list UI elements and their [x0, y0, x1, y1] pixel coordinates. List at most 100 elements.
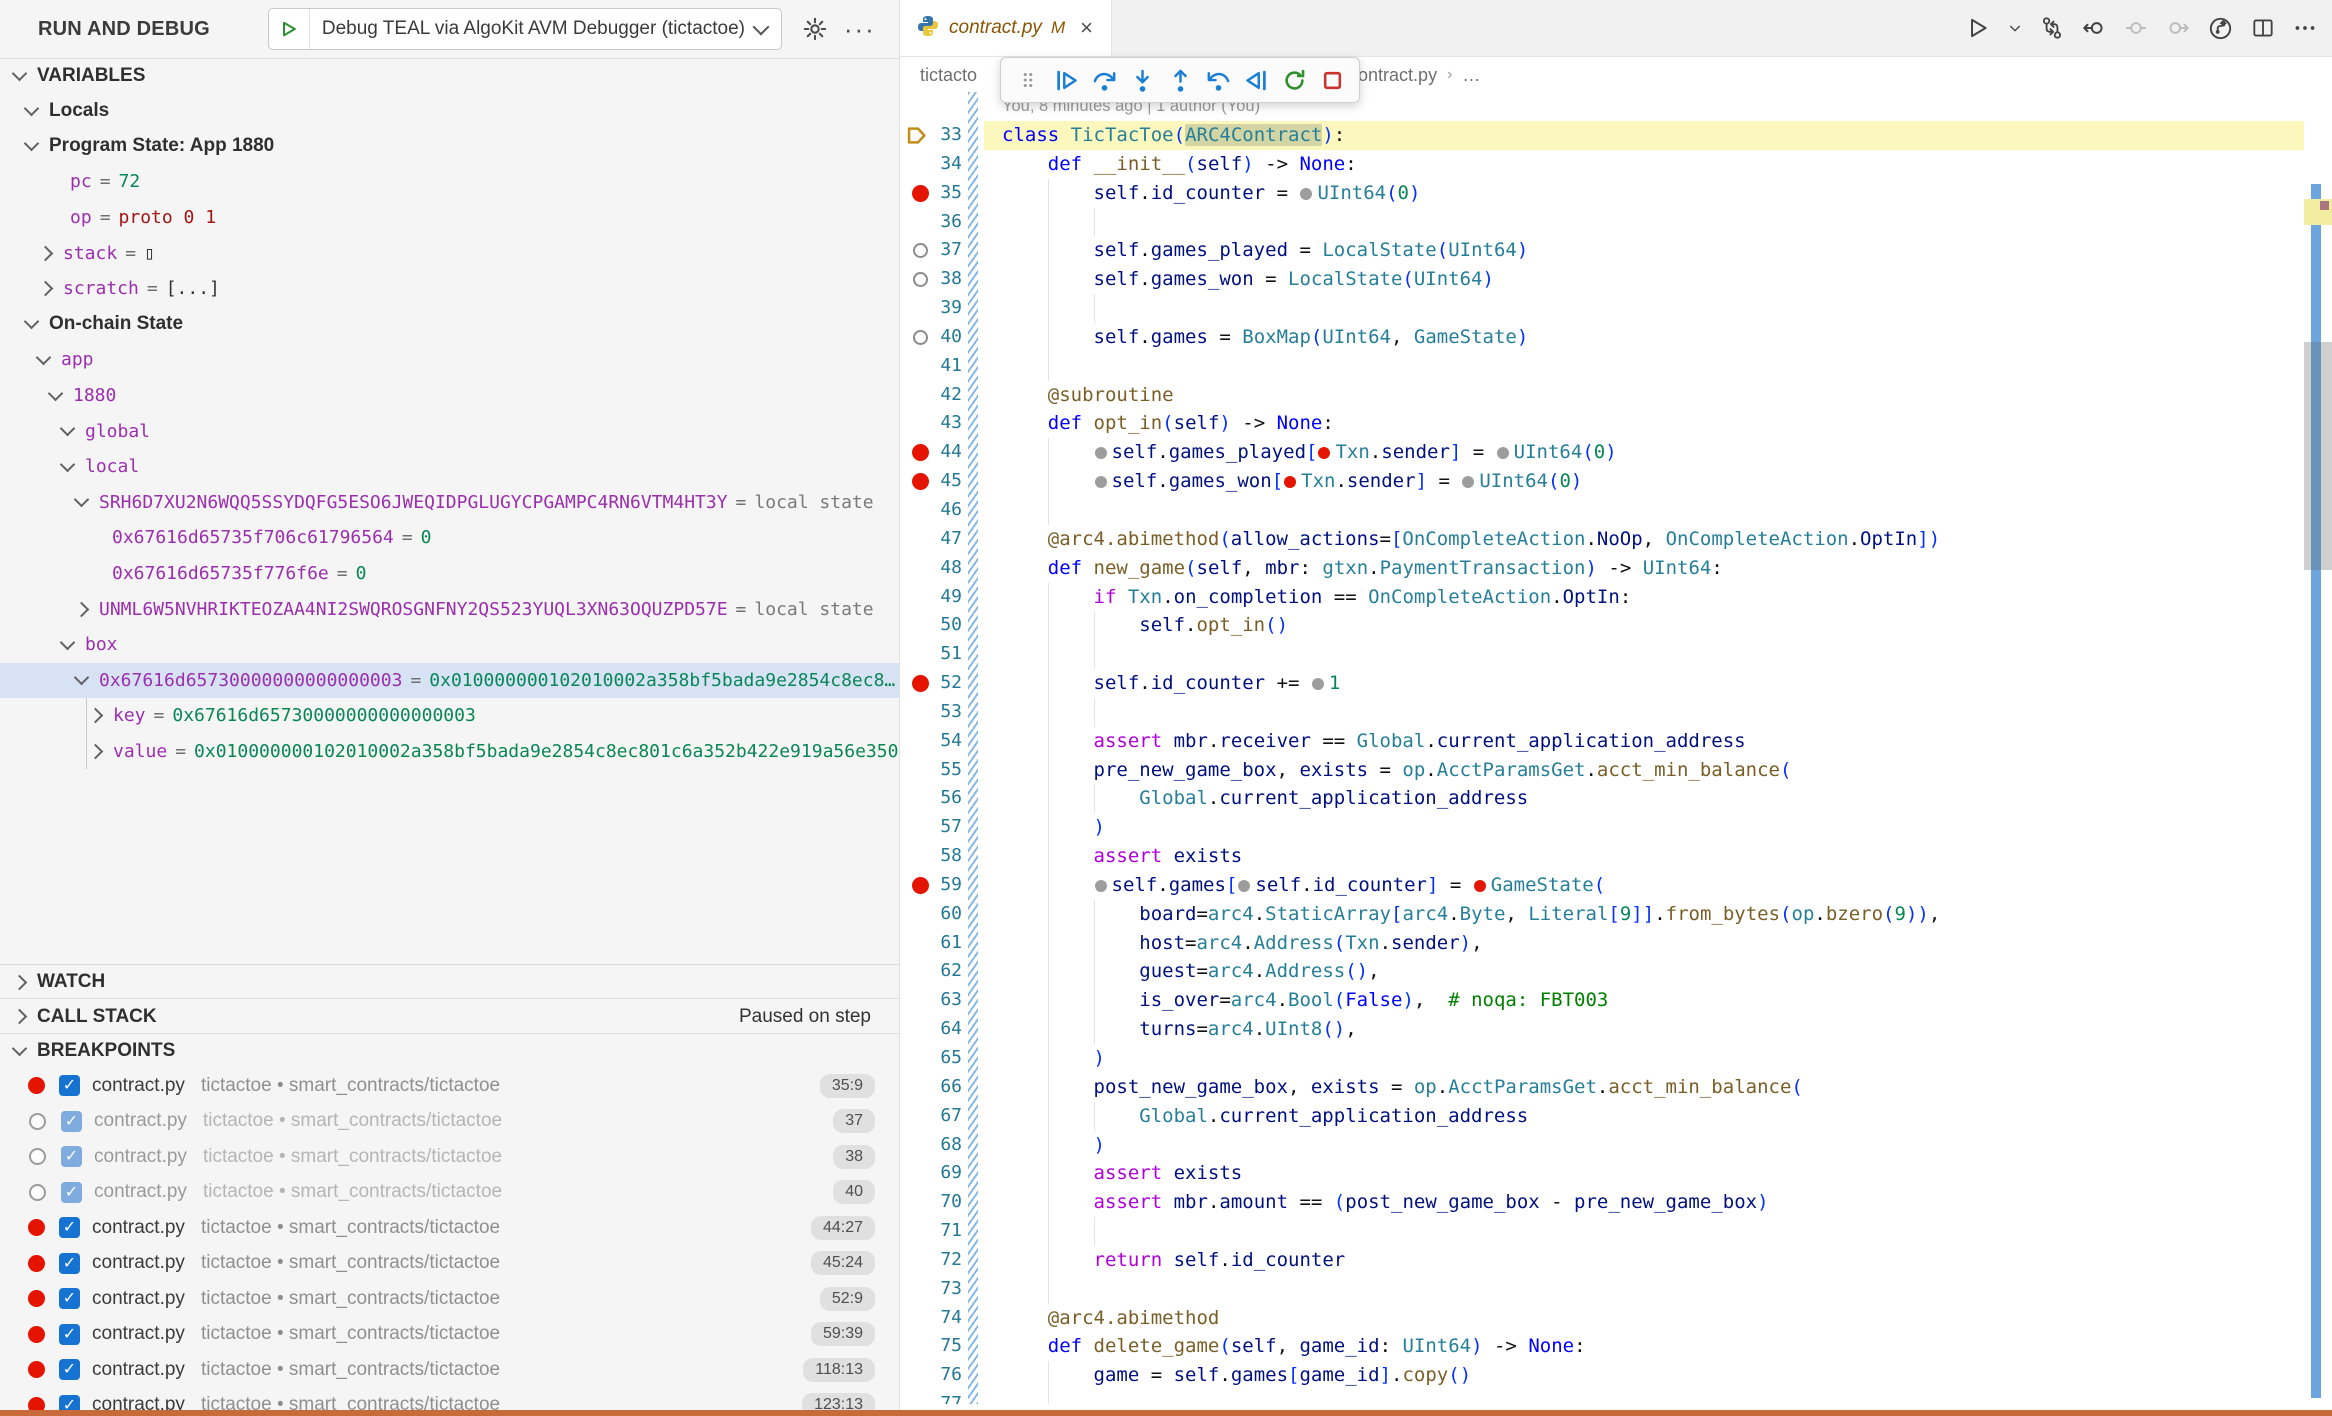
variable-row[interactable]: UNML6W5NVHRIKTEOZAA4NI2SWQROSGNFNY2QS523… — [0, 591, 899, 627]
code-text[interactable]: ) — [900, 1044, 2332, 1073]
breakpoint-checkbox[interactable]: ✓ — [59, 1359, 80, 1380]
step-out-button[interactable] — [1161, 61, 1199, 99]
code-text[interactable]: @arc4.abimethod(allow_actions=[OnComplet… — [900, 525, 2332, 554]
step-into-button[interactable] — [1123, 61, 1161, 99]
variable-row[interactable]: global — [0, 413, 899, 449]
line-number[interactable]: 52 — [900, 669, 962, 698]
variable-row[interactable]: value=0x010000000102010002a358bf5bada9e2… — [0, 734, 899, 770]
variable-row[interactable]: Program State: App 1880 — [0, 129, 899, 165]
scrollbar-thumb[interactable] — [2304, 342, 2332, 570]
line-number[interactable]: 41 — [900, 352, 962, 381]
code-text[interactable]: assert mbr.amount == (post_new_game_box … — [900, 1188, 2332, 1217]
breakpoint-row[interactable]: ✓contract.pytictactoe • smart_contracts/… — [0, 1246, 899, 1282]
variable-row[interactable]: stack=▯ — [0, 235, 899, 271]
gear-icon[interactable] — [802, 16, 828, 42]
line-number[interactable]: 62 — [900, 957, 962, 986]
breakpoints-section-header[interactable]: BREAKPOINTS — [0, 1033, 899, 1068]
code-text[interactable]: ) — [900, 1131, 2332, 1160]
line-number[interactable]: 49 — [900, 583, 962, 612]
line-number[interactable]: 35 — [900, 179, 962, 208]
breakpoint-row[interactable]: ✓contract.pytictactoe • smart_contracts/… — [0, 1139, 899, 1175]
line-number[interactable]: 42 — [900, 381, 962, 410]
step-back-button[interactable] — [1199, 61, 1237, 99]
watch-section-header[interactable]: WATCH — [0, 964, 899, 999]
line-number[interactable]: 43 — [900, 409, 962, 438]
line-number[interactable]: 47 — [900, 525, 962, 554]
variable-row[interactable]: app — [0, 342, 899, 378]
code-text[interactable]: Global.current_application_address — [900, 784, 2332, 813]
start-debugging-icon[interactable] — [269, 9, 310, 49]
variable-row[interactable]: box — [0, 627, 899, 663]
line-number[interactable]: 46 — [900, 496, 962, 525]
split-editor-icon[interactable] — [2250, 15, 2276, 41]
line-number[interactable]: 59 — [900, 871, 962, 900]
line-number[interactable]: 73 — [900, 1275, 962, 1304]
code-text[interactable]: assert exists — [900, 1159, 2332, 1188]
line-number[interactable]: 69 — [900, 1159, 962, 1188]
line-number[interactable]: 36 — [900, 208, 962, 237]
line-number[interactable]: 55 — [900, 756, 962, 785]
line-number[interactable]: 76 — [900, 1361, 962, 1390]
code-text[interactable]: self.games_won = LocalState(UInt64) — [900, 265, 2332, 294]
breakpoint-row[interactable]: ✓contract.pytictactoe • smart_contracts/… — [0, 1104, 899, 1140]
code-text[interactable]: def delete_game(self, game_id: UInt64) -… — [900, 1332, 2332, 1361]
variable-row-selected[interactable]: 0x67616d65730000000000000003=0x010000000… — [0, 663, 899, 699]
code-text[interactable]: return self.id_counter — [900, 1246, 2332, 1275]
line-number[interactable]: 66 — [900, 1073, 962, 1102]
more-actions-icon[interactable]: ··· — [844, 14, 876, 45]
breakpoint-row[interactable]: ✓contract.pytictactoe • smart_contracts/… — [0, 1317, 899, 1353]
code-text[interactable]: self.games_played[Txn.sender] = UInt64(0… — [900, 438, 2332, 467]
line-number[interactable]: 71 — [900, 1217, 962, 1246]
code-text[interactable]: @subroutine — [900, 381, 2332, 410]
breakpoint-checkbox[interactable]: ✓ — [59, 1217, 80, 1238]
code-text[interactable]: pre_new_game_box, exists = op.AcctParams… — [900, 756, 2332, 785]
line-number[interactable]: 68 — [900, 1131, 962, 1160]
line-number[interactable]: 72 — [900, 1246, 962, 1275]
run-dropdown-icon[interactable] — [2007, 20, 2023, 36]
line-number[interactable]: 77 — [900, 1390, 962, 1404]
code-text[interactable]: self.id_counter = UInt64(0) — [900, 179, 2332, 208]
variable-row[interactable]: 0x67616d65735f706c61796564=0 — [0, 520, 899, 556]
inline-breakpoint-candidate-icon[interactable] — [1300, 188, 1312, 200]
code-text[interactable]: ) — [900, 813, 2332, 842]
variable-row[interactable]: op=proto 0 1 — [0, 200, 899, 236]
variable-row[interactable]: Locals — [0, 93, 899, 129]
close-icon[interactable]: × — [1080, 15, 1093, 41]
code-text[interactable]: guest=arc4.Address(), — [900, 957, 2332, 986]
inline-breakpoint-icon[interactable] — [1284, 476, 1296, 488]
variable-row[interactable]: pc=72 — [0, 164, 899, 200]
inline-breakpoint-candidate-icon[interactable] — [1095, 880, 1107, 892]
code-editor[interactable]: You, 8 minutes ago | 1 author (You) 33cl… — [900, 92, 2332, 1404]
breakpoint-row[interactable]: ✓contract.pytictactoe • smart_contracts/… — [0, 1068, 899, 1104]
variable-row[interactable]: scratch=[...] — [0, 271, 899, 307]
code-text[interactable]: assert exists — [900, 842, 2332, 871]
inline-breakpoint-candidate-icon[interactable] — [1095, 447, 1107, 459]
restart-button[interactable] — [1275, 61, 1313, 99]
code-text[interactable]: def __init__(self) -> None: — [900, 150, 2332, 179]
breakpoint-row[interactable]: ✓contract.pytictactoe • smart_contracts/… — [0, 1210, 899, 1246]
variable-row[interactable]: key=0x67616d65730000000000000003 — [0, 698, 899, 734]
code-text[interactable]: board=arc4.StaticArray[arc4.Byte, Litera… — [900, 900, 2332, 929]
code-text[interactable]: self.games_played = LocalState(UInt64) — [900, 236, 2332, 265]
code-text[interactable]: post_new_game_box, exists = op.AcctParam… — [900, 1073, 2332, 1102]
line-number[interactable]: 57 — [900, 813, 962, 842]
step-over-button[interactable] — [1085, 61, 1123, 99]
reverse-continue-button[interactable] — [1237, 61, 1275, 99]
line-number[interactable]: 48 — [900, 554, 962, 583]
inline-breakpoint-candidate-icon[interactable] — [1238, 880, 1250, 892]
variable-row[interactable]: 1880 — [0, 378, 899, 414]
code-text[interactable]: def new_game(self, mbr: gtxn.PaymentTran… — [900, 554, 2332, 583]
inline-breakpoint-icon[interactable] — [1318, 447, 1330, 459]
inline-breakpoint-candidate-icon[interactable] — [1095, 476, 1107, 488]
code-text[interactable]: self.opt_in() — [900, 611, 2332, 640]
line-number[interactable]: 45 — [900, 467, 962, 496]
line-number[interactable]: 50 — [900, 611, 962, 640]
inline-breakpoint-candidate-icon[interactable] — [1497, 447, 1509, 459]
line-number[interactable]: 44 — [900, 438, 962, 467]
line-number[interactable]: 61 — [900, 929, 962, 958]
code-text[interactable]: is_over=arc4.Bool(False), # noqa: FBT003 — [900, 986, 2332, 1015]
variable-row[interactable]: 0x67616d65735f776f6e=0 — [0, 556, 899, 592]
line-number[interactable]: 51 — [900, 640, 962, 669]
variable-row[interactable]: SRH6D7XU2N6WQQ5SSYDQFG5ESO6JWEQIDPGLUGYC… — [0, 485, 899, 521]
variables-section-header[interactable]: VARIABLES — [0, 58, 899, 93]
